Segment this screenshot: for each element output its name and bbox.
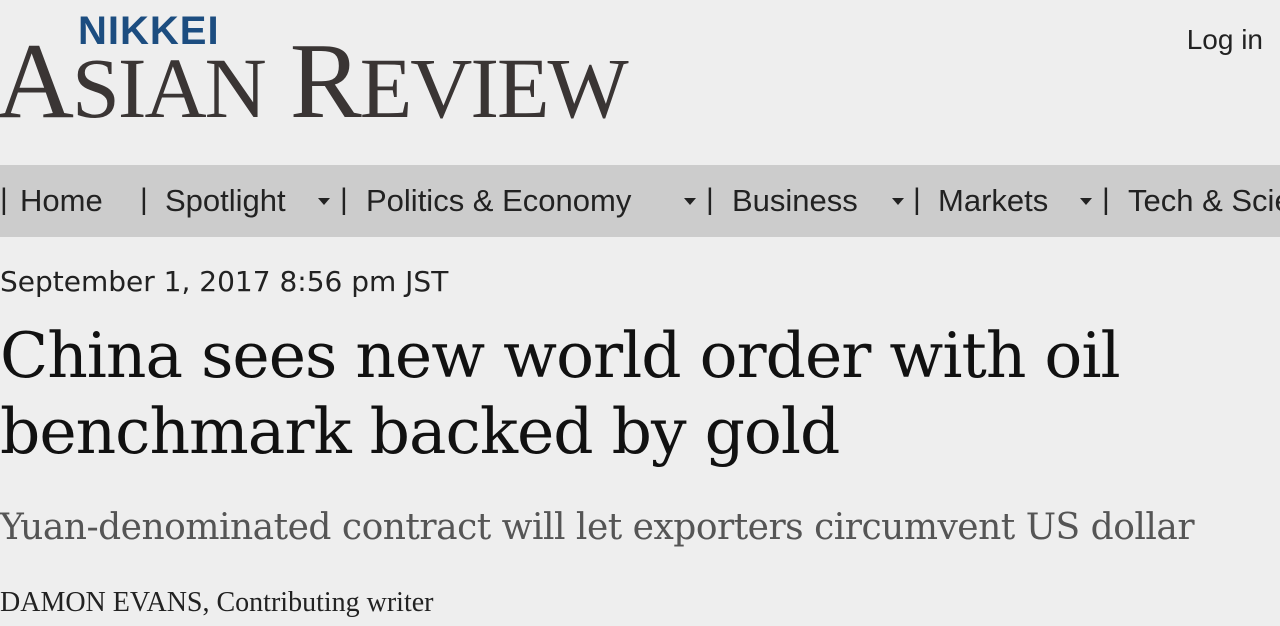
markets-chevron-down-icon[interactable]: [1080, 198, 1092, 205]
masthead: NIKKEI ASIAN REVIEW Log in: [0, 0, 1280, 165]
brand-letter-r: R: [289, 22, 362, 141]
nav-item-home[interactable]: Home: [20, 165, 103, 237]
main-nav: | Home | Spotlight | Politics & Economy …: [0, 165, 1280, 237]
brand-letter-a: A: [0, 22, 74, 141]
brand-word-sian: SIAN: [72, 40, 267, 136]
brand-word-eview: EVIEW: [359, 40, 629, 136]
nav-separator: |: [1102, 183, 1110, 216]
nav-separator: |: [340, 183, 348, 216]
nav-separator: |: [913, 183, 921, 216]
business-chevron-down-icon[interactable]: [892, 198, 904, 205]
article-byline: DAMON EVANS, Contributing writer: [0, 587, 434, 618]
nav-separator: |: [0, 183, 8, 216]
login-link[interactable]: Log in: [1187, 22, 1263, 58]
nav-item-tech-science[interactable]: Tech & Science: [1128, 165, 1280, 237]
nav-separator: |: [706, 183, 714, 216]
nav-item-markets[interactable]: Markets: [938, 165, 1048, 237]
nav-item-business[interactable]: Business: [732, 165, 858, 237]
politics-economy-chevron-down-icon[interactable]: [684, 198, 696, 205]
nav-item-politics-economy[interactable]: Politics & Economy: [366, 165, 631, 237]
nav-item-spotlight[interactable]: Spotlight: [165, 165, 286, 237]
spotlight-chevron-down-icon[interactable]: [318, 198, 330, 205]
article-dateline: September 1, 2017 8:56 pm JST: [0, 265, 449, 298]
article-headline: China sees new world order with oil benc…: [0, 319, 1121, 468]
brand-asian-review-logo[interactable]: ASIAN REVIEW: [0, 22, 629, 148]
nav-separator: |: [140, 183, 148, 216]
article-subheadline: Yuan-denominated contract will let expor…: [0, 507, 1195, 548]
